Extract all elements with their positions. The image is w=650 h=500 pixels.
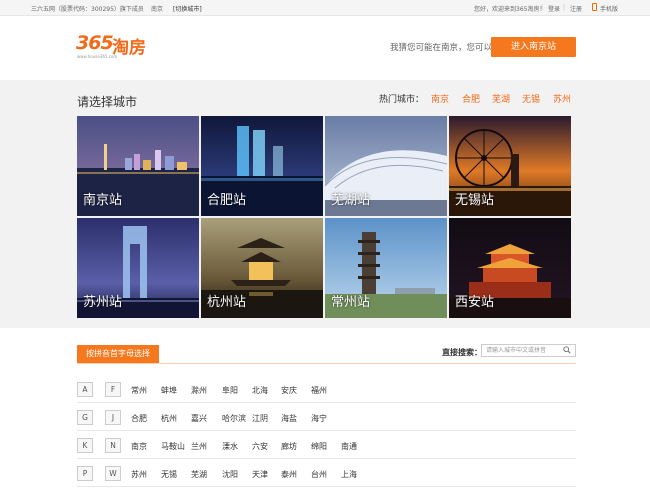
letter-n[interactable]: N bbox=[105, 438, 121, 453]
row-divider bbox=[77, 458, 576, 459]
city-link[interactable]: 海盐 bbox=[281, 413, 297, 424]
tile-label: 芜湖站 bbox=[331, 193, 371, 208]
city-link[interactable]: 溧水 bbox=[222, 441, 238, 452]
letter-f[interactable]: F bbox=[105, 382, 121, 397]
tile-label: 常州站 bbox=[331, 295, 371, 310]
letter-k[interactable]: K bbox=[77, 438, 93, 453]
tile-label: 合肥站 bbox=[207, 193, 247, 208]
city-link[interactable]: 杭州 bbox=[161, 413, 177, 424]
city-tile-hefei[interactable]: 合肥站 bbox=[201, 116, 323, 216]
city-link[interactable]: 沈阳 bbox=[222, 469, 238, 480]
city-link[interactable]: 南京 bbox=[131, 441, 147, 452]
header: 365 淘房 www.house365.com 我猜您可能在南京，您可以 进入南… bbox=[0, 16, 650, 80]
tile-label: 西安站 bbox=[455, 295, 495, 310]
row-divider bbox=[77, 430, 576, 431]
hot-city-link[interactable]: 南京 bbox=[431, 92, 449, 105]
welcome-text: 您好，欢迎来到365淘房！ bbox=[474, 6, 546, 13]
tile-label: 杭州站 bbox=[207, 295, 247, 310]
letter-a[interactable]: A bbox=[77, 382, 93, 397]
hot-city-link[interactable]: 无锡 bbox=[522, 92, 540, 105]
city-link[interactable]: 江阴 bbox=[252, 413, 268, 424]
city-link[interactable]: 阜阳 bbox=[222, 385, 238, 396]
city-link[interactable]: 南通 bbox=[341, 441, 357, 452]
city-link[interactable]: 绵阳 bbox=[311, 441, 327, 452]
city-tile-nanjing[interactable]: 南京站 bbox=[77, 116, 199, 216]
hot-city-link[interactable]: 苏州 bbox=[553, 92, 571, 105]
city-tile-wuhu[interactable]: 芜湖站 bbox=[325, 116, 447, 216]
city-tile-suzhou[interactable]: 苏州站 bbox=[77, 218, 199, 318]
divider: | bbox=[563, 4, 566, 11]
city-link[interactable]: 北海 bbox=[252, 385, 268, 396]
city-link[interactable]: 滁州 bbox=[191, 385, 207, 396]
letter-j[interactable]: J bbox=[105, 410, 121, 425]
city-link[interactable]: 马鞍山 bbox=[161, 441, 185, 452]
switch-city-link[interactable]: [切换城市] bbox=[173, 4, 202, 13]
logo-number: 365 bbox=[76, 32, 114, 54]
hot-city-link[interactable]: 合肥 bbox=[462, 92, 480, 105]
mobile-link[interactable]: 手机版 bbox=[600, 4, 618, 13]
letter-w[interactable]: W bbox=[105, 466, 121, 481]
city-search-input[interactable]: 请输入城市中文或拼音 bbox=[481, 344, 576, 357]
tile-label: 南京站 bbox=[83, 193, 123, 208]
hot-city-link[interactable]: 芜湖 bbox=[492, 92, 510, 105]
city-link[interactable]: 天津 bbox=[252, 469, 268, 480]
city-link[interactable]: 六安 bbox=[252, 441, 268, 452]
city-link[interactable]: 嘉兴 bbox=[191, 413, 207, 424]
city-link[interactable]: 合肥 bbox=[131, 413, 147, 424]
login-link[interactable]: 登录 bbox=[548, 4, 560, 13]
city-tile-wuxi[interactable]: 无锡站 bbox=[449, 116, 571, 216]
logo-url: www.house365.com bbox=[77, 54, 118, 59]
logo[interactable]: 365 淘房 www.house365.com bbox=[76, 32, 150, 59]
tab-underline bbox=[77, 363, 576, 364]
city-link[interactable]: 福州 bbox=[311, 385, 327, 396]
divider: | bbox=[541, 4, 544, 11]
search-icon[interactable] bbox=[563, 346, 571, 354]
site-info: 三六五网（股票代码：300295）旗下成员 bbox=[31, 6, 144, 13]
current-city: 南京 bbox=[151, 6, 164, 13]
location-guess: 我猜您可能在南京，您可以 bbox=[390, 43, 493, 53]
enter-city-button[interactable]: 进入南京站 bbox=[491, 37, 576, 57]
city-link[interactable]: 哈尔滨 bbox=[222, 413, 246, 424]
tile-label: 无锡站 bbox=[455, 193, 495, 208]
register-link[interactable]: 注册 bbox=[570, 4, 582, 13]
city-link[interactable]: 常州 bbox=[131, 385, 147, 396]
city-tile-xian[interactable]: 西安站 bbox=[449, 218, 571, 318]
letter-g[interactable]: G bbox=[77, 410, 93, 425]
city-link[interactable]: 海宁 bbox=[311, 413, 327, 424]
city-link[interactable]: 泰州 bbox=[281, 469, 297, 480]
city-tile-hangzhou[interactable]: 杭州站 bbox=[201, 218, 323, 318]
city-link[interactable]: 兰州 bbox=[191, 441, 207, 452]
city-link[interactable]: 台州 bbox=[311, 469, 327, 480]
city-link[interactable]: 苏州 bbox=[131, 469, 147, 480]
city-link[interactable]: 无锡 bbox=[161, 469, 177, 480]
row-divider bbox=[77, 402, 576, 403]
direct-search-label: 直接搜索： bbox=[442, 348, 482, 357]
city-link[interactable]: 上海 bbox=[341, 469, 357, 480]
top-bar: 三六五网（股票代码：300295）旗下成员 南京 [切换城市] 您好，欢迎来到3… bbox=[0, 0, 650, 16]
city-link[interactable]: 安庆 bbox=[281, 385, 297, 396]
city-link[interactable]: 芜湖 bbox=[191, 469, 207, 480]
hot-cities-label: 热门城市： bbox=[379, 95, 425, 105]
tile-label: 苏州站 bbox=[83, 295, 123, 310]
row-divider bbox=[77, 486, 576, 487]
city-link[interactable]: 蚌埠 bbox=[161, 385, 177, 396]
city-tile-changzhou[interactable]: 常州站 bbox=[325, 218, 447, 318]
page-title: 请选择城市 bbox=[77, 95, 138, 109]
pinyin-tab[interactable]: 按拼音首字母选择 bbox=[77, 345, 159, 363]
city-link[interactable]: 廊坊 bbox=[281, 441, 297, 452]
letter-p[interactable]: P bbox=[77, 466, 93, 481]
phone-icon bbox=[592, 3, 597, 11]
